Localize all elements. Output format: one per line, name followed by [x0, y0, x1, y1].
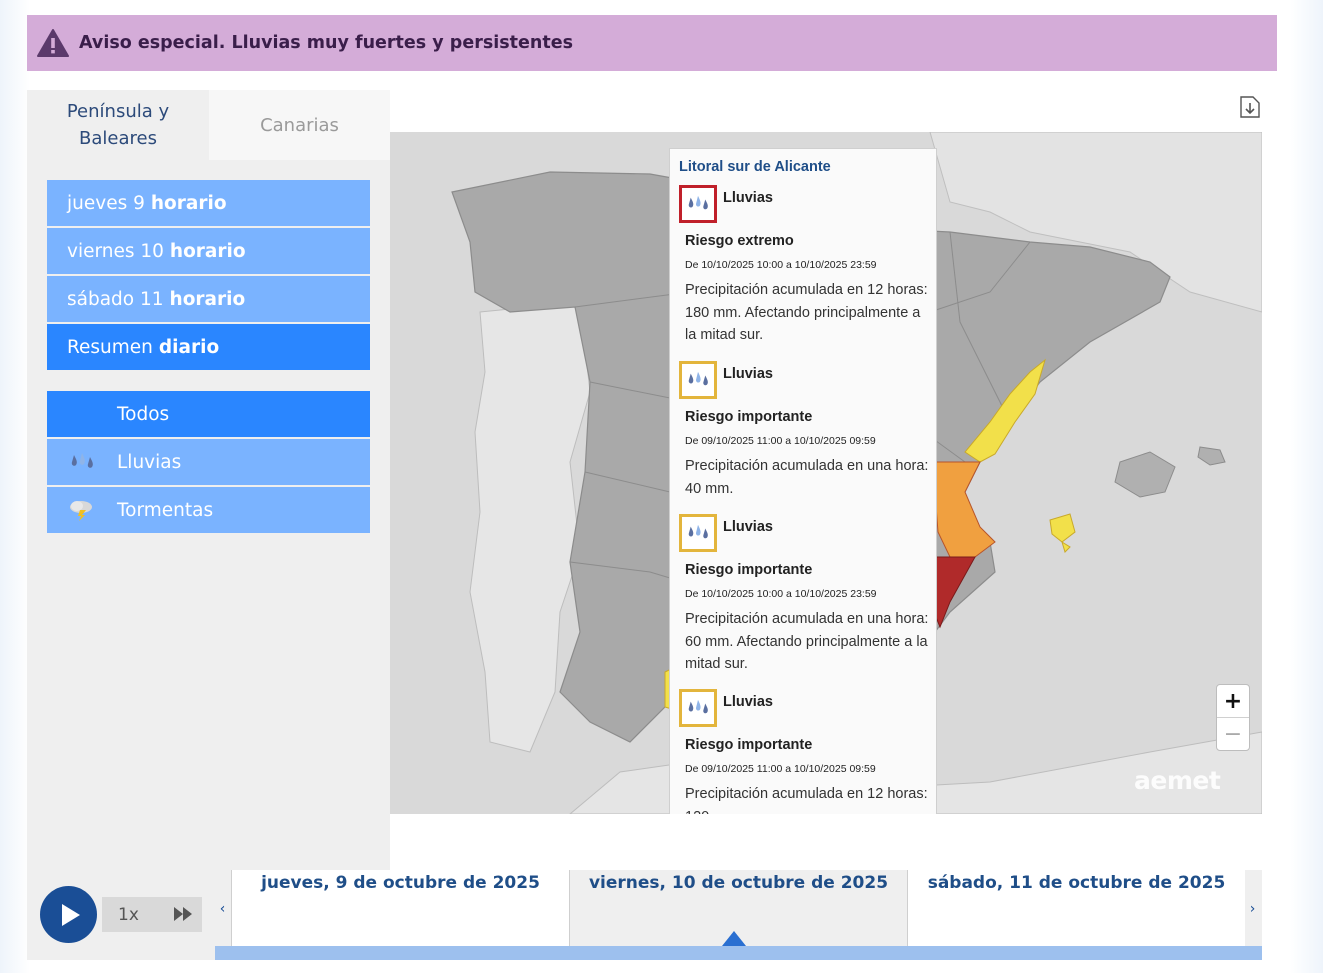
timeline-day-sabado[interactable]: sábado, 11 de octubre de 2025	[907, 870, 1245, 946]
aemet-logo: aemet	[1134, 766, 1221, 795]
day-item-sabado[interactable]: sábado 11 horario	[47, 276, 370, 322]
timeline-bar[interactable]	[215, 946, 1262, 960]
day-item-name: Resumen	[67, 336, 153, 358]
warning-dates: De 09/10/2025 11:00 a 10/10/2025 09:59	[685, 435, 876, 447]
day-item-resumen[interactable]: Resumen diario	[47, 324, 370, 370]
warning-popup[interactable]: Litoral sur de Alicante Lluvias Riesgo e…	[669, 148, 937, 814]
download-icon[interactable]	[1238, 94, 1262, 120]
zoom-control: + −	[1216, 684, 1250, 751]
warning-name: Lluvias	[723, 519, 773, 535]
speed-label: 1x	[118, 904, 139, 925]
warning-risk: Riesgo importante	[685, 562, 813, 578]
timeline-day-jueves[interactable]: jueves, 9 de octubre de 2025	[231, 870, 569, 946]
day-list: jueves 9 horario viernes 10 horario sábado…	[47, 180, 370, 372]
warning-dates: De 10/10/2025 10:00 a 10/10/2025 23:59	[685, 259, 877, 271]
phenomenon-todos[interactable]: Todos	[47, 391, 370, 437]
day-item-jueves[interactable]: jueves 9 horario	[47, 180, 370, 226]
phenomenon-lluvias[interactable]: Lluvias	[47, 439, 370, 485]
rain-warning-icon	[679, 689, 717, 727]
phenomenon-label: Tormentas	[117, 499, 214, 521]
warning-description: Precipitación acumulada en 12 horas: 120	[685, 786, 928, 814]
phenomenon-tormentas[interactable]: Tormentas	[47, 487, 370, 533]
rain-warning-icon	[679, 361, 717, 399]
day-item-suffix: horario	[169, 240, 246, 262]
tab-peninsula[interactable]: Península y Baleares	[27, 90, 209, 160]
timeline: 1x ‹ jueves, 9 de octubre de 2025 vierne…	[27, 870, 1262, 960]
warning-name: Lluvias	[723, 190, 773, 206]
tab-peninsula-label: Península y Baleares	[66, 101, 170, 149]
speed-control[interactable]: 1x	[102, 897, 202, 932]
fast-forward-icon[interactable]	[172, 905, 194, 923]
rain-warning-icon	[679, 185, 717, 223]
warning-description: Precipitación acumulada en una hora: 40 …	[685, 458, 929, 497]
day-item-name: jueves 9	[67, 192, 145, 214]
phenomenon-label: Todos	[117, 403, 170, 425]
banner-text: Aviso especial. Lluvias muy fuertes y pe…	[79, 33, 573, 53]
play-button[interactable]	[40, 886, 97, 943]
warning-risk: Riesgo extremo	[685, 233, 794, 249]
special-warning-banner[interactable]: Aviso especial. Lluvias muy fuertes y pe…	[27, 15, 1277, 71]
popup-title: Litoral sur de Alicante	[679, 159, 831, 175]
warning-description: Precipitación acumulada en una hora: 60 …	[685, 611, 929, 672]
warning-triangle-icon	[37, 29, 69, 57]
tab-canarias-label: Canarias	[260, 114, 339, 136]
play-icon	[62, 903, 80, 926]
warning-risk: Riesgo importante	[685, 409, 813, 425]
timeline-next-button[interactable]: ›	[1245, 870, 1260, 948]
left-panel: Península y Baleares Canarias jueves 9 ho…	[27, 90, 390, 870]
warning-dates: De 09/10/2025 11:00 a 10/10/2025 09:59	[685, 763, 876, 775]
day-item-suffix: horario	[150, 192, 227, 214]
warning-name: Lluvias	[723, 366, 773, 382]
timeline-marker[interactable]	[722, 931, 746, 946]
rain-warning-icon	[679, 514, 717, 552]
region-tabs: Península y Baleares Canarias	[27, 90, 390, 160]
day-item-viernes[interactable]: viernes 10 horario	[47, 228, 370, 274]
warning-entry: Lluvias Riesgo extremo De 10/10/2025 10:…	[679, 185, 929, 347]
tab-canarias[interactable]: Canarias	[209, 90, 390, 160]
storm-icon	[67, 498, 97, 522]
day-item-name: viernes 10	[67, 240, 164, 262]
warning-entry: Lluvias Riesgo importante De 10/10/2025 …	[679, 514, 929, 676]
timeline-prev-button[interactable]: ‹	[215, 870, 230, 948]
day-item-suffix: diario	[158, 336, 220, 358]
warning-dates: De 10/10/2025 10:00 a 10/10/2025 23:59	[685, 588, 877, 600]
day-item-suffix: horario	[169, 288, 246, 310]
warning-risk: Riesgo importante	[685, 737, 813, 753]
zoom-out-button[interactable]: −	[1217, 718, 1249, 751]
phenomena-list: Todos Lluvias Tormentas	[47, 391, 370, 535]
day-item-name: sábado 11	[67, 288, 164, 310]
phenomenon-label: Lluvias	[117, 451, 182, 473]
rain-icon	[67, 450, 97, 474]
warning-description: Precipitación acumulada en 12 horas: 180…	[685, 282, 928, 343]
warning-name: Lluvias	[723, 694, 773, 710]
zoom-in-button[interactable]: +	[1217, 685, 1249, 718]
warning-entry: Lluvias Riesgo importante De 09/10/2025 …	[679, 361, 929, 500]
warning-entry: Lluvias Riesgo importante De 09/10/2025 …	[679, 689, 929, 814]
